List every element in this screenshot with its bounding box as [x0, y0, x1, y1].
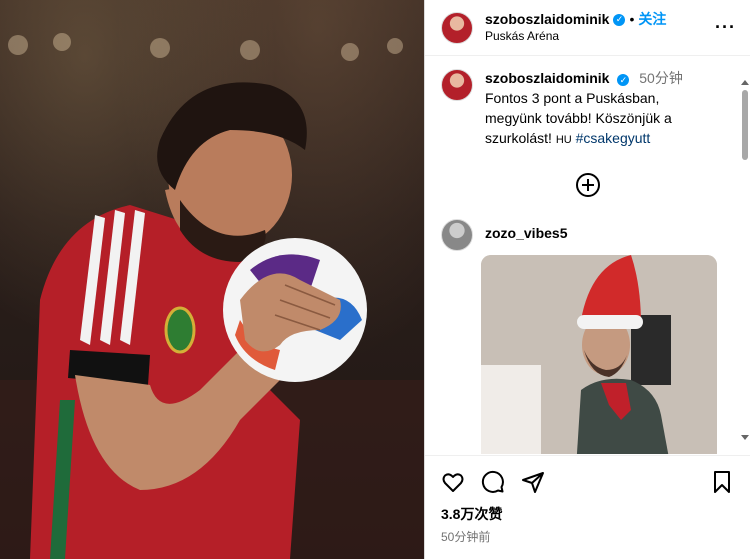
- post-location[interactable]: Puskás Aréna: [485, 29, 711, 44]
- separator-dot: •: [629, 11, 635, 28]
- comments-section: szoboszlaidominik ✓ 50分钟 Fontos 3 pont a…: [425, 57, 750, 454]
- heart-icon[interactable]: [441, 470, 465, 494]
- verified-badge-icon: ✓: [617, 74, 630, 86]
- author-avatar[interactable]: [441, 11, 473, 44]
- like-count[interactable]: 3.8万次赞: [441, 504, 734, 524]
- hungary-flag-label: HU: [555, 134, 572, 146]
- comments-scrollbar[interactable]: [741, 80, 749, 440]
- post-caption: szoboszlaidominik ✓ 50分钟 Fontos 3 pont a…: [425, 57, 750, 149]
- post-sidebar: szoboszlaidominik ✓ • 关注 Puskás Aréna ··…: [424, 0, 750, 559]
- hashtag-link[interactable]: #csakegyutt: [576, 130, 651, 146]
- author-username[interactable]: szoboszlaidominik: [485, 11, 609, 29]
- player-photo-illustration: [0, 33, 424, 559]
- share-icon[interactable]: [521, 470, 545, 494]
- post-photo: [0, 0, 424, 559]
- post-header: szoboszlaidominik ✓ • 关注 Puskás Aréna ··…: [425, 0, 750, 56]
- comment-gif[interactable]: [481, 255, 717, 454]
- scroll-down-arrow-icon[interactable]: [741, 435, 749, 440]
- commenter-avatar[interactable]: [441, 219, 473, 251]
- add-comment-icon[interactable]: [575, 173, 600, 197]
- more-options-icon[interactable]: ···: [711, 17, 740, 38]
- commenter-username[interactable]: zozo_vibes5: [485, 225, 567, 251]
- caption-line-2: megyünk tovább! Köszönjük a: [485, 110, 672, 126]
- caption-author-avatar[interactable]: [441, 69, 473, 101]
- comment-icon[interactable]: [481, 470, 505, 494]
- comment-item: zozo_vibes5: [425, 197, 750, 251]
- post-timestamp[interactable]: 50分钟前: [441, 528, 734, 545]
- caption-username[interactable]: szoboszlaidominik: [485, 70, 609, 86]
- caption-line-3: szurkolást!: [485, 130, 552, 146]
- scroll-thumb[interactable]: [742, 90, 748, 160]
- verified-badge-icon: ✓: [613, 14, 626, 26]
- gif-illustration: [481, 255, 717, 454]
- follow-button[interactable]: 关注: [638, 11, 666, 29]
- caption-time: 50分钟: [639, 70, 683, 86]
- caption-line-1: Fontos 3 pont a Puskásban,: [485, 90, 660, 106]
- scroll-up-arrow-icon[interactable]: [741, 80, 749, 85]
- post-actions: 3.8万次赞 50分钟前: [425, 455, 750, 545]
- bookmark-icon[interactable]: [710, 470, 734, 494]
